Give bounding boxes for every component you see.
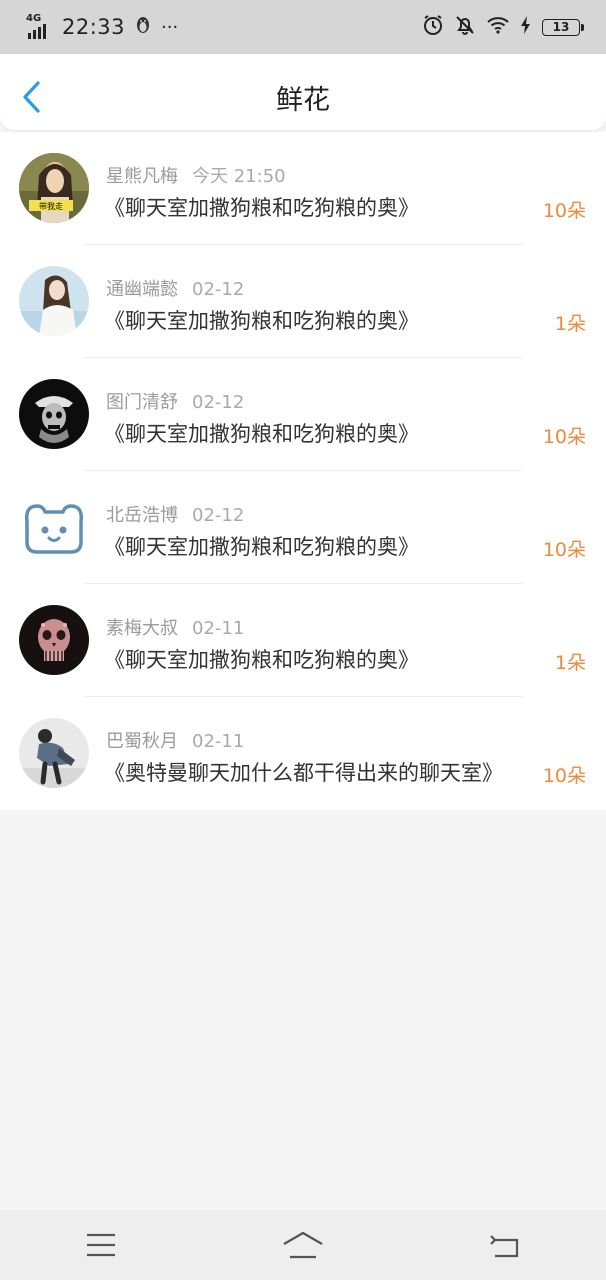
avatar[interactable] — [19, 718, 89, 788]
clock-time: 22:33 — [62, 15, 126, 39]
status-bar: 4G 22:33 ··· 13 — [0, 0, 606, 54]
book-title[interactable]: 《聊天室加撒狗粮和吃狗粮的奥》 — [104, 644, 419, 674]
timestamp: 02-12 — [192, 392, 245, 413]
list-item[interactable]: 巴蜀秋月 02-11 《奥特曼聊天加什么都干得出来的聊天室》 10朵 — [0, 697, 606, 810]
page-title: 鲜花 — [276, 85, 330, 116]
timestamp: 02-12 — [192, 279, 245, 300]
timestamp: 02-11 — [192, 618, 245, 639]
username[interactable]: 素梅大叔 — [106, 618, 178, 639]
timestamp: 02-11 — [192, 731, 245, 752]
book-title[interactable]: 《聊天室加撒狗粮和吃狗粮的奥》 — [104, 192, 419, 222]
avatar-caption: 带我走 — [39, 201, 63, 211]
flower-record-list: 带我走 星熊凡梅 今天 21:50 《聊天室加撒狗粮和吃狗粮的奥》 10朵 通幽端… — [0, 132, 606, 810]
avatar[interactable] — [19, 492, 89, 562]
wifi-icon — [486, 15, 510, 39]
book-title[interactable]: 《聊天室加撒狗粮和吃狗粮的奥》 — [104, 418, 419, 448]
header-bar: 鲜花 — [0, 54, 606, 130]
flower-count: 10朵 — [542, 426, 586, 448]
mute-bell-icon — [454, 14, 476, 40]
charging-icon — [520, 15, 532, 39]
menu-icon[interactable] — [71, 1220, 131, 1270]
book-title[interactable]: 《聊天室加撒狗粮和吃狗粮的奥》 — [104, 305, 419, 335]
username[interactable]: 巴蜀秋月 — [106, 731, 178, 752]
home-icon[interactable] — [273, 1220, 333, 1270]
battery-icon: 13 — [542, 18, 584, 36]
timestamp: 今天 21:50 — [192, 166, 286, 187]
avatar[interactable] — [19, 266, 89, 336]
more-notifications-icon: ··· — [161, 16, 179, 38]
list-item[interactable]: 北岳浩博 02-12 《聊天室加撒狗粮和吃狗粮的奥》 10朵 — [0, 471, 606, 584]
alarm-icon — [422, 14, 444, 40]
username[interactable]: 通幽端懿 — [106, 279, 178, 300]
flower-count: 10朵 — [542, 539, 586, 561]
flower-count: 1朵 — [554, 652, 586, 674]
penguin-icon — [135, 15, 151, 40]
cellular-signal-icon: 4G — [26, 13, 52, 39]
book-title[interactable]: 《聊天室加撒狗粮和吃狗粮的奥》 — [104, 531, 419, 561]
avatar[interactable]: 带我走 — [19, 153, 89, 223]
username[interactable]: 图门清舒 — [106, 392, 178, 413]
book-title[interactable]: 《奥特曼聊天加什么都干得出来的聊天室》 — [104, 757, 503, 787]
flower-count: 1朵 — [554, 313, 586, 335]
system-nav-bar — [0, 1210, 606, 1280]
list-item[interactable]: 通幽端懿 02-12 《聊天室加撒狗粮和吃狗粮的奥》 1朵 — [0, 245, 606, 358]
avatar[interactable] — [19, 605, 89, 675]
flower-count: 10朵 — [542, 200, 586, 222]
list-item[interactable]: 带我走 星熊凡梅 今天 21:50 《聊天室加撒狗粮和吃狗粮的奥》 10朵 — [0, 132, 606, 245]
battery-level: 13 — [552, 20, 570, 34]
flower-count: 10朵 — [542, 765, 586, 787]
list-item[interactable]: 素梅大叔 02-11 《聊天室加撒狗粮和吃狗粮的奥》 1朵 — [0, 584, 606, 697]
timestamp: 02-12 — [192, 505, 245, 526]
username[interactable]: 北岳浩博 — [106, 505, 178, 526]
list-item[interactable]: 图门清舒 02-12 《聊天室加撒狗粮和吃狗粮的奥》 10朵 — [0, 358, 606, 471]
avatar[interactable] — [19, 379, 89, 449]
username[interactable]: 星熊凡梅 — [106, 166, 178, 187]
back-arrow-icon[interactable] — [475, 1220, 535, 1270]
